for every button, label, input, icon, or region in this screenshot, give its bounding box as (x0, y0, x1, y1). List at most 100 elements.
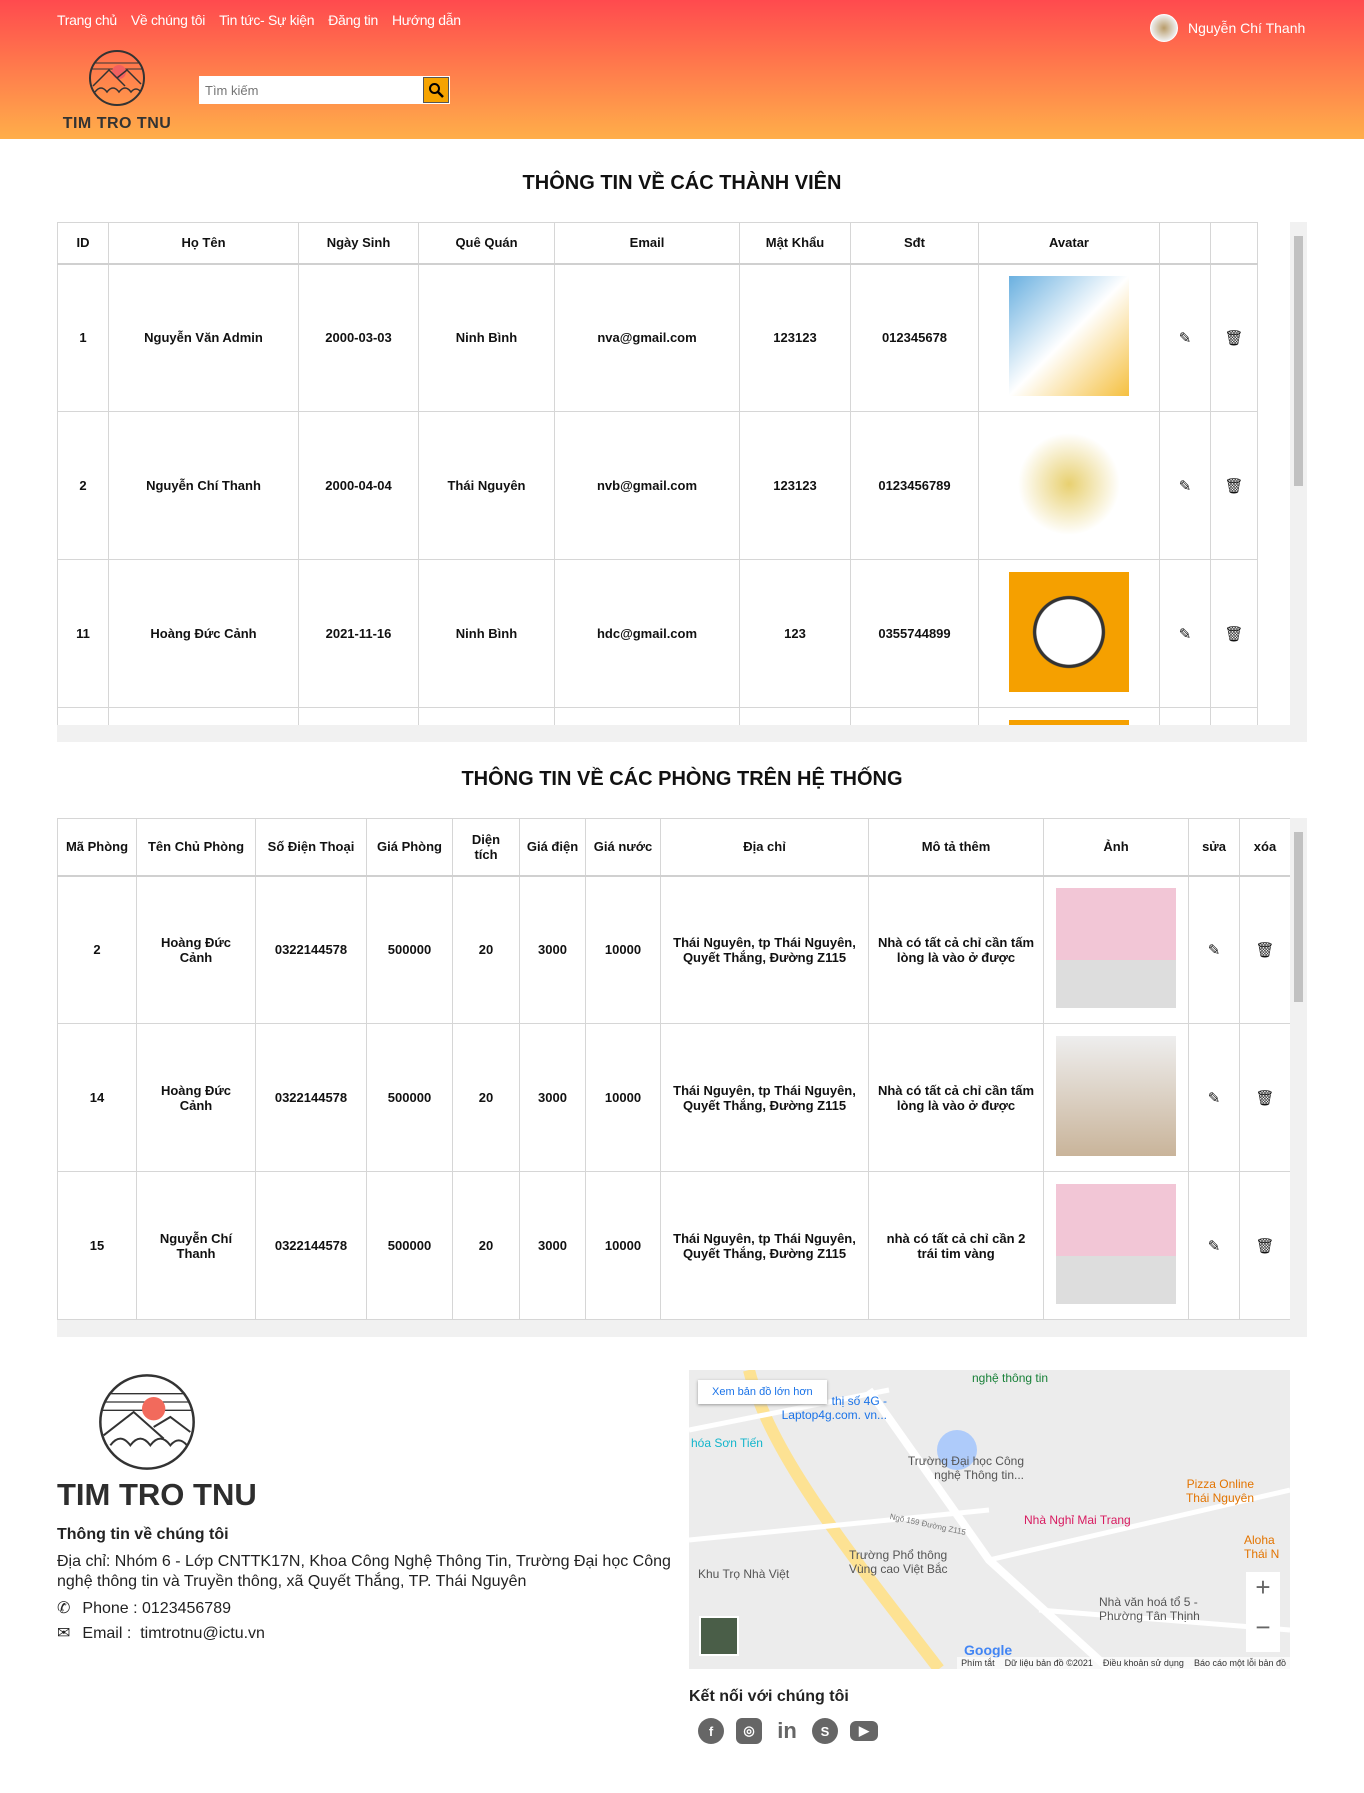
edit-icon: ✎ (1207, 1089, 1221, 1107)
zoom-in-button[interactable]: + (1246, 1572, 1280, 1612)
delete-button[interactable]: 🗑 (1210, 263, 1258, 412)
delete-button[interactable]: 🗑 (1239, 1023, 1291, 1172)
rooms-title: THÔNG TIN VỀ CÁC PHÒNG TRÊN HỆ THỐNG (461, 768, 903, 790)
room-phone: 0322144578 (255, 1023, 367, 1172)
member-avatar (978, 559, 1160, 708)
footer-address: Địa chỉ: Nhóm 6 - Lớp CNTTK17N, Khoa Côn… (57, 1553, 671, 1590)
skype-icon[interactable]: S (812, 1718, 838, 1744)
table-row: 14 Hoàng Đức Cảnh 0322144578 500000 20 3000 10… (57, 1023, 1291, 1172)
facebook-icon[interactable]: f (698, 1718, 724, 1744)
members-table-container: ID Họ Tên Ngày Sinh Quê Quán Email Mật K… (57, 222, 1307, 742)
room-description: Nhà có tất cả chỉ cần tấm lòng là vào ở … (868, 875, 1044, 1024)
map-label: Aloha Thái N (1244, 1533, 1280, 1561)
room-description: Nhà có tất cả chỉ cần tấm lòng là vào ở … (868, 1023, 1044, 1172)
connect-title: Kết nối với chúng tôi (689, 1688, 849, 1705)
edit-button[interactable]: ✎ (1159, 559, 1211, 708)
col-room-id: Mã Phòng (57, 818, 137, 877)
nav-news[interactable]: Tin tức- Sự kiện (219, 12, 314, 28)
delete-button[interactable]: 🗑 (1239, 1171, 1291, 1320)
youtube-icon[interactable]: ▶ (850, 1721, 878, 1741)
col-delete: xóa (1239, 818, 1291, 877)
col-image: Ảnh (1043, 818, 1189, 877)
edit-icon: ✎ (1178, 625, 1192, 643)
room-id: 2 (57, 875, 137, 1024)
map-label: nghệ thông tin (972, 1371, 1049, 1385)
room-owner: Hoàng Đức Cảnh (136, 1023, 256, 1172)
room-water: 10000 (585, 875, 661, 1024)
search-bar (199, 76, 450, 104)
edit-button[interactable]: ✎ (1159, 411, 1211, 560)
col-address: Địa chỉ (660, 818, 869, 877)
map-shortcuts-link[interactable]: Phím tắt (961, 1658, 995, 1668)
room-phone: 0322144578 (255, 875, 367, 1024)
member-password: 123123 (739, 263, 851, 412)
room-water: 10000 (585, 1023, 661, 1172)
member-hometown: Ninh Bình (418, 559, 555, 708)
room-address: Thái Nguyên, tp Thái Nguyên, Quyết Thắng… (660, 1023, 869, 1172)
envelope-icon: ✉ (57, 1625, 71, 1642)
edit-icon: ✎ (1207, 941, 1221, 959)
member-name: Nguyễn Văn Admin (108, 263, 299, 412)
google-map[interactable]: Xem bản đồ lớn hơn nghệ thông tin thị số… (689, 1370, 1290, 1669)
linkedin-icon[interactable]: in (774, 1718, 800, 1744)
col-price: Giá Phòng (366, 818, 453, 877)
col-delete (1210, 222, 1258, 265)
trash-icon: 🗑 (1255, 1089, 1275, 1107)
nav-guide[interactable]: Hướng dẫn (392, 12, 461, 28)
nav-about[interactable]: Về chúng tôi (131, 12, 206, 28)
col-water: Giá nước (585, 818, 661, 877)
map-label: thị số 4G - Laptop4g.com. vn... (781, 1394, 887, 1422)
zoom-out-button[interactable]: − (1246, 1612, 1280, 1652)
instagram-icon[interactable]: ◎ (736, 1718, 762, 1744)
room-address: Thái Nguyên, tp Thái Nguyên, Quyết Thắng… (660, 1171, 869, 1320)
member-hometown: Thái Nguyên (418, 411, 555, 560)
col-phone: Sđt (850, 222, 979, 265)
room-image-cell (1043, 875, 1189, 1024)
room-image (1056, 1184, 1176, 1304)
members-vertical-scrollbar[interactable] (1290, 222, 1307, 725)
map-label: hóa Sơn Tiến (691, 1436, 763, 1450)
room-price: 500000 (366, 875, 453, 1024)
delete-button[interactable]: 🗑 (1210, 559, 1258, 708)
edit-button[interactable]: ✎ (1188, 1023, 1240, 1172)
room-id: 14 (57, 1023, 137, 1172)
rooms-horizontal-scrollbar[interactable] (57, 1320, 1307, 1337)
edit-button[interactable]: ✎ (1188, 875, 1240, 1024)
map-label: Nhà Nghỉ Mai Trang (1024, 1513, 1131, 1527)
footer-email[interactable]: timtrotnu@ictu.vn (140, 1625, 265, 1642)
map-report-link[interactable]: Báo cáo một lỗi bản đồ (1194, 1658, 1286, 1668)
search-button[interactable] (423, 77, 449, 103)
user-menu[interactable]: Nguyễn Chí Thanh (1150, 14, 1305, 42)
col-avatar: Avatar (978, 222, 1160, 265)
map-terms-link[interactable]: Điều khoản sử dụng (1103, 1658, 1184, 1668)
nav-home[interactable]: Trang chủ (57, 12, 117, 28)
delete-button[interactable]: 🗑 (1239, 875, 1291, 1024)
member-dob: 2000-03-03 (298, 263, 419, 412)
map-label: Pizza Online Thái Nguyên (1185, 1477, 1254, 1505)
edit-button[interactable]: ✎ (1159, 263, 1211, 412)
trash-icon: 🗑 (1255, 1237, 1275, 1255)
search-input[interactable] (199, 76, 422, 104)
nav-post[interactable]: Đăng tin (328, 12, 378, 28)
table-row: 2 Hoàng Đức Cảnh 0322144578 500000 20 3000 100… (57, 875, 1291, 1024)
user-avatar (1150, 14, 1178, 42)
logo-text: TIM TRO TNU (62, 115, 172, 132)
user-name: Nguyễn Chí Thanh (1188, 20, 1306, 36)
satellite-toggle[interactable] (699, 1616, 739, 1656)
phone-icon: ✆ (57, 1600, 71, 1617)
edit-button[interactable]: ✎ (1188, 1171, 1240, 1320)
member-avatar (978, 411, 1160, 560)
edit-icon: ✎ (1207, 1237, 1221, 1255)
room-area: 20 (452, 1023, 520, 1172)
footer-logo: TIM TRO TNU (57, 1372, 257, 1513)
room-area: 20 (452, 875, 520, 1024)
room-electricity: 3000 (519, 1023, 586, 1172)
avatar-image (1009, 424, 1129, 544)
site-logo[interactable]: TIM TRO TNU (57, 48, 177, 133)
col-edit (1159, 222, 1211, 265)
members-horizontal-scrollbar[interactable] (57, 725, 1307, 742)
rooms-vertical-scrollbar[interactable] (1290, 818, 1307, 1320)
trash-icon: 🗑 (1255, 941, 1275, 959)
col-area: Diện tích (452, 818, 520, 877)
delete-button[interactable]: 🗑 (1210, 411, 1258, 560)
